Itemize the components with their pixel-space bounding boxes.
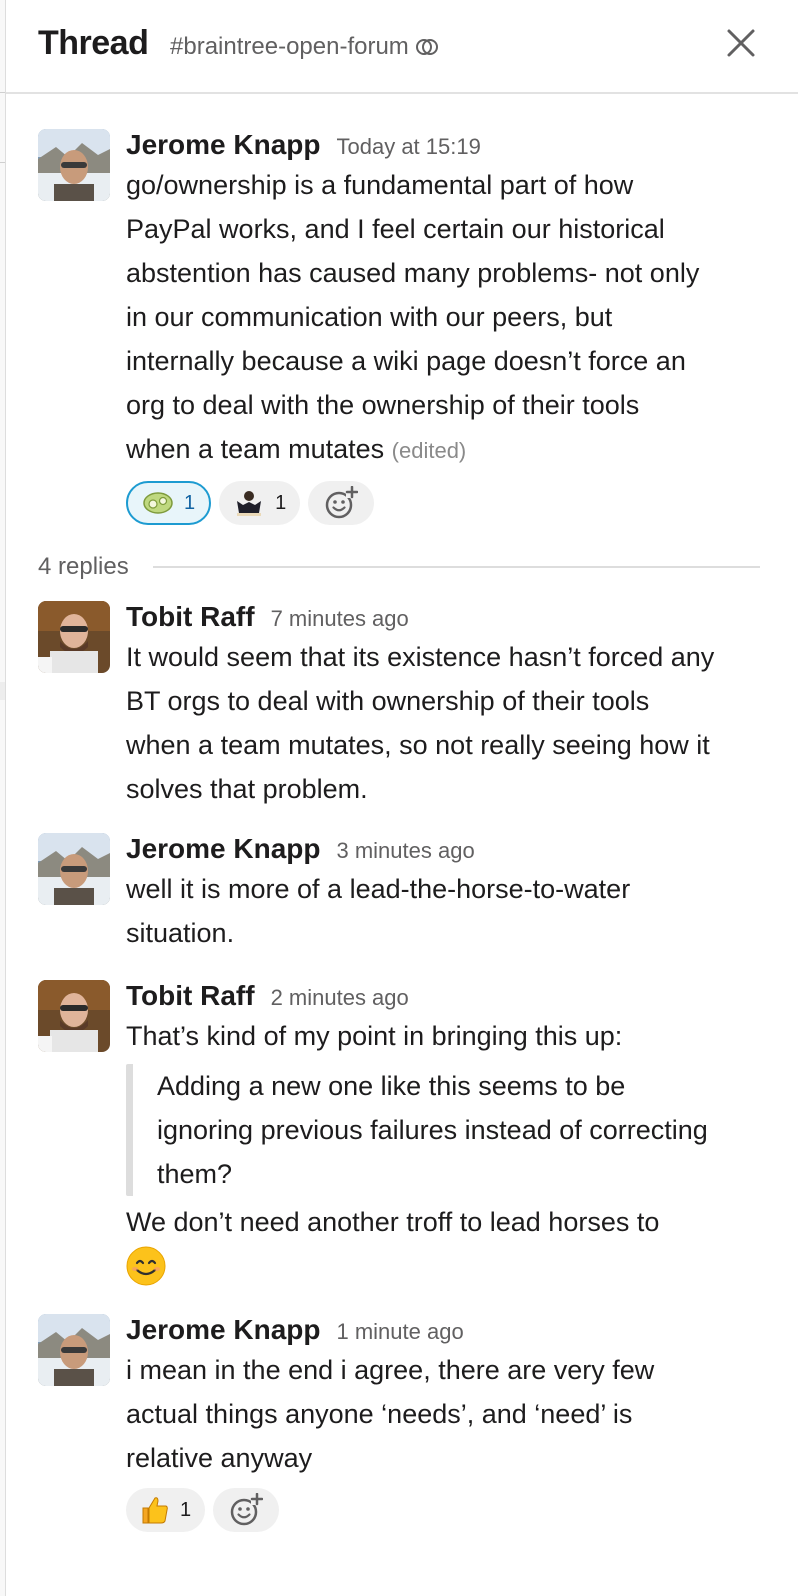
text-line: i mean in the end i agree, there are ver… [126, 1355, 655, 1385]
add-reaction-icon [326, 486, 359, 519]
text-line: situation. [126, 918, 235, 948]
reaction-count: 1 [275, 491, 287, 514]
text-line: PayPal works, and I feel certain our his… [126, 214, 665, 244]
message-text: well it is more of a lead-the-horse-to-w… [126, 867, 798, 955]
message-text: i mean in the end i agree, there are ver… [126, 1348, 798, 1480]
emoji-line [126, 1244, 798, 1288]
timestamp[interactable]: 1 minute ago [337, 1319, 464, 1345]
author-name[interactable]: Jerome Knapp [126, 1314, 321, 1346]
author-name[interactable]: Tobit Raff [126, 601, 255, 633]
text-line: when a team mutates, so not really seein… [126, 730, 710, 760]
text-line-content: when a team mutates [126, 434, 385, 464]
timestamp[interactable]: 3 minutes ago [337, 838, 475, 864]
avatar[interactable] [38, 601, 110, 673]
thread-title: Thread [38, 24, 149, 62]
quote-line: Adding a new one like this seems to be [157, 1071, 626, 1101]
reaction-bar: 1 1 [126, 481, 798, 525]
timestamp[interactable]: Today at 15:19 [337, 134, 481, 160]
reaction-pill[interactable]: 1 [219, 481, 301, 525]
avatar[interactable] [38, 980, 110, 1052]
text-line: solves that problem. [126, 774, 368, 804]
message-text: That’s kind of my point in bringing this… [126, 1014, 798, 1288]
blockquote: Adding a new one like this seems to be i… [126, 1064, 798, 1196]
reaction-pill[interactable]: 1 [126, 481, 212, 525]
reaction-pill[interactable]: 1 [126, 1488, 206, 1532]
text-line: relative anyway [126, 1443, 313, 1473]
thread-header: Thread #braintree-open-forum [6, 0, 798, 94]
text-line: actual things anyone ‘needs’, and ‘need’… [126, 1399, 633, 1429]
edited-label: (edited) [391, 438, 467, 463]
person-shrug-emoji-icon [237, 491, 262, 516]
avatar[interactable] [38, 833, 110, 905]
timestamp[interactable]: 7 minutes ago [271, 606, 409, 632]
thread-content: Jerome Knapp Today at 15:19 go/ownership… [0, 92, 798, 1596]
reaction-count: 1 [184, 491, 196, 514]
text-line: BT orgs to deal with ownership of their … [126, 686, 650, 716]
reaction-bar: 1 [126, 1488, 798, 1532]
avatar[interactable] [38, 1314, 110, 1386]
add-reaction-button[interactable] [308, 481, 375, 525]
author-name[interactable]: Jerome Knapp [126, 129, 321, 161]
add-reaction-button[interactable] [213, 1488, 280, 1532]
close-icon[interactable] [724, 26, 758, 60]
replies-count: 4 replies [38, 553, 129, 580]
add-reaction-icon [230, 1493, 264, 1526]
green-blob-emoji-icon [143, 492, 173, 514]
reaction-count: 1 [180, 1498, 192, 1521]
message-text: go/ownership is a fundamental part of ho… [126, 163, 798, 473]
quote-line: them? [157, 1159, 233, 1189]
author-name[interactable]: Jerome Knapp [126, 833, 321, 865]
text-line: when a team mutates (edited) [126, 427, 798, 473]
text-line: well it is more of a lead-the-horse-to-w… [126, 874, 631, 904]
author-name[interactable]: Tobit Raff [126, 980, 255, 1012]
channel-name: #braintree-open-forum [170, 33, 409, 60]
message-text: It would seem that its existence hasn’t … [126, 635, 798, 811]
quote-line: ignoring previous failures instead of co… [157, 1115, 708, 1145]
text-line: go/ownership is a fundamental part of ho… [126, 170, 634, 200]
replies-divider: 4 replies [38, 552, 760, 582]
text-line: internally because a wiki page doesn’t f… [126, 346, 686, 376]
text-line: It would seem that its existence hasn’t … [126, 642, 715, 672]
text-line: We don’t need another troff to lead hors… [126, 1207, 660, 1237]
text-line: abstention has caused many problems- not… [126, 258, 700, 288]
timestamp[interactable]: 2 minutes ago [271, 985, 409, 1011]
shared-channel-icon [415, 39, 438, 55]
text-line: That’s kind of my point in bringing this… [126, 1021, 623, 1051]
text-line: in our communication with our peers, but [126, 302, 613, 332]
channel-link[interactable]: #braintree-open-forum [170, 33, 439, 61]
smiling-face-emoji-icon [126, 1246, 166, 1286]
divider-line [152, 566, 760, 568]
avatar[interactable] [38, 129, 110, 201]
text-line: org to deal with the ownership of their … [126, 390, 640, 420]
thumbs-up-emoji-icon [142, 1497, 168, 1524]
